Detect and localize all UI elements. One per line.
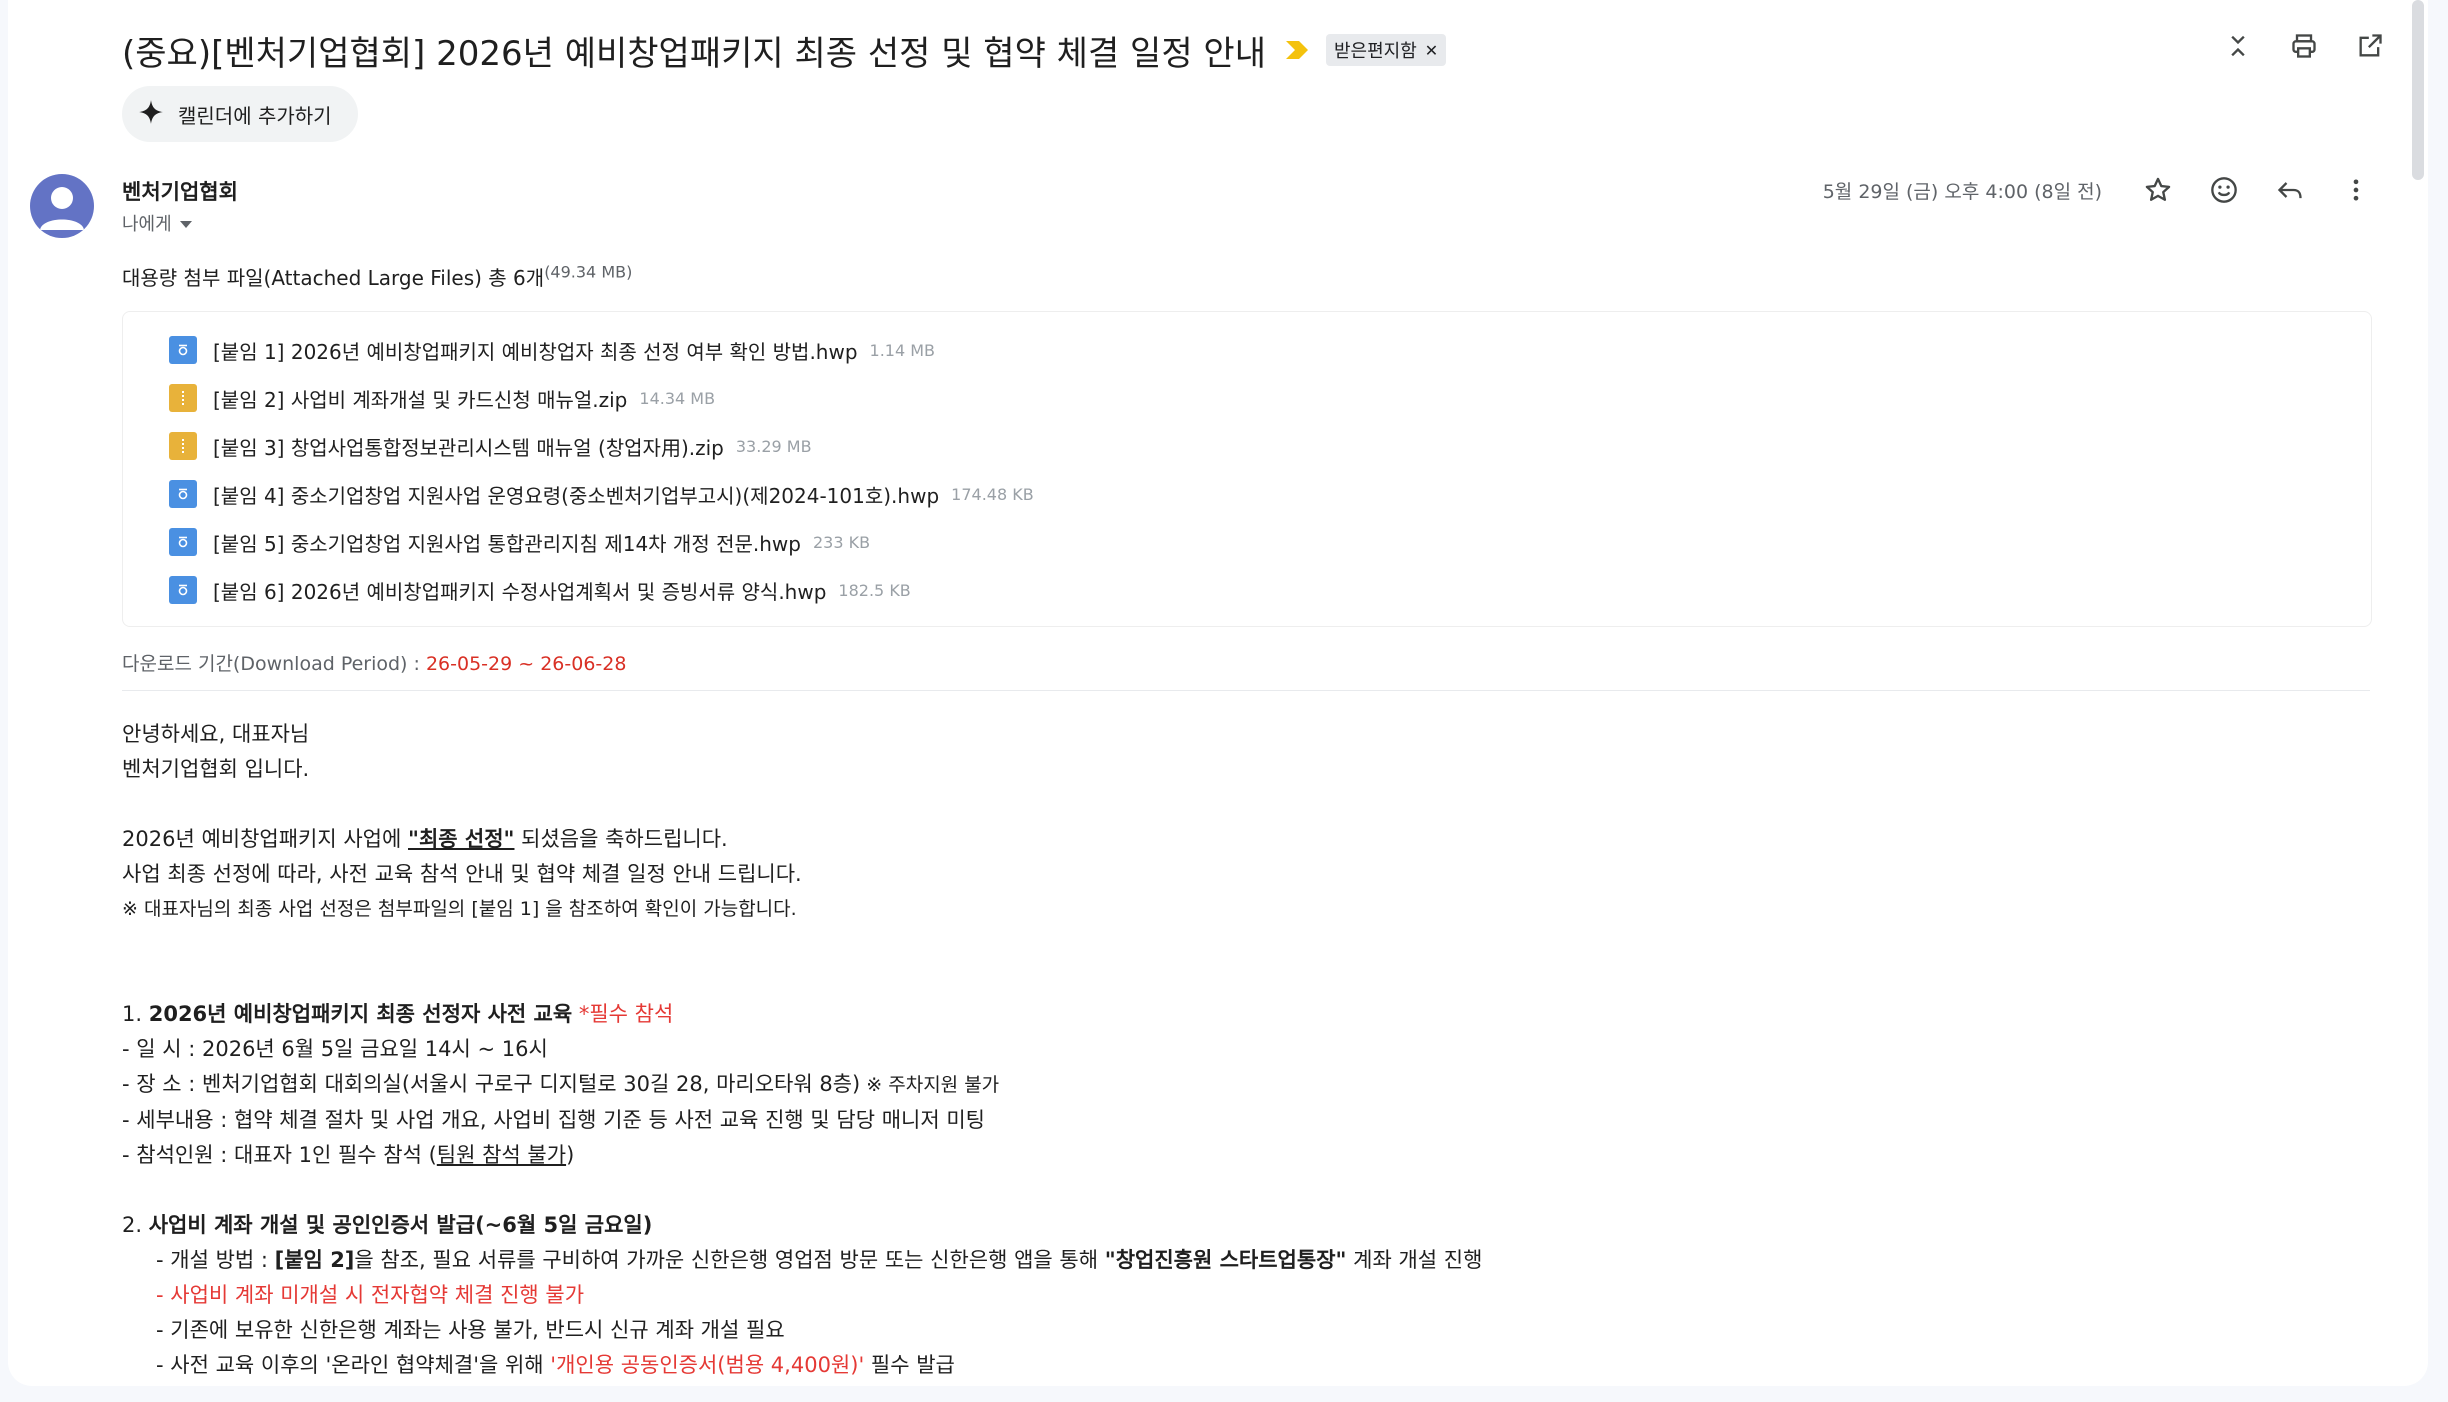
attachment-size: 14.34 MB	[639, 388, 716, 408]
attachment-name[interactable]: [붙임 4] 중소기업창업 지원사업 운영요령(중소벤처기업부고시)(제2024…	[213, 480, 939, 509]
chevron-down-icon	[179, 213, 192, 234]
email-content: 안녕하세요, 대표자님 벤처기업협회 입니다. 2026년 예비창업패키지 사업…	[122, 717, 2372, 1383]
section-number: 2.	[122, 1213, 149, 1237]
attachment-item[interactable]: [붙임 1] 2026년 예비창업패키지 예비창업자 최종 선정 여부 확인 방…	[123, 326, 2371, 374]
section-1-attendees: - 참석인원 : 대표자 1인 필수 참석 (팀원 참석 불가)	[122, 1138, 2372, 1173]
congrats-line: 2026년 예비창업패키지 사업에 "최종 선정" 되셨음을 축하드립니다.	[122, 822, 2372, 857]
section-1-date: - 일 시 : 2026년 6월 5일 금요일 14시 ~ 16시	[122, 1037, 548, 1061]
attachment-item[interactable]: [붙임 2] 사업비 계좌개설 및 카드신청 매뉴얼.zip 14.34 MB	[123, 374, 2371, 422]
sender-name[interactable]: 벤처기업협회	[122, 176, 238, 206]
note-line: ※ 대표자님의 최종 사업 선정은 첨부파일의 [붙임 1] 을 참조하여 확인…	[122, 898, 797, 920]
hwp-file-icon	[169, 576, 197, 604]
line-text: 을 참조, 필요 서류를 구비하여 가까운 신한은행 영업점 방문 또는 신한은…	[354, 1248, 1105, 1272]
add-to-calendar-button[interactable]: 캘린더에 추가하기	[122, 86, 358, 142]
attachment-item[interactable]: [붙임 5] 중소기업창업 지원사업 통합관리지침 제14차 개정 전문.hwp…	[123, 518, 2371, 566]
attachments-title: 대용량 첨부 파일(Attached Large Files) 총 6개	[122, 266, 545, 290]
greeting-line: 안녕하세요, 대표자님	[122, 722, 310, 746]
attachment-size: 33.29 MB	[735, 436, 812, 456]
congrats-emphasis: "최종 선정"	[408, 827, 515, 851]
line-text: 계좌 개설 진행	[1346, 1248, 1483, 1272]
section-2-line: - 사전 교육 이후의 '온라인 협약체결'을 위해 '개인용 공동인증서(범용…	[122, 1348, 2372, 1383]
congrats-text: 되셨음을 축하드립니다.	[514, 827, 728, 851]
line-highlight: '개인용 공동인증서(범용 4,400원)'	[550, 1353, 865, 1377]
attachments-header: 대용량 첨부 파일(Attached Large Files) 총 6개(49.…	[122, 262, 2372, 291]
sparkle-icon	[138, 99, 164, 130]
download-period-row: 다운로드 기간(Download Period) : 26-05-29 ~ 26…	[122, 649, 2370, 691]
message-actions: 5월 29일 (금) 오후 4:00 (8일 전)	[1823, 172, 2374, 208]
parking-note: ※ 주차지원 불가	[860, 1074, 1000, 1096]
attachment-size: 182.5 KB	[838, 580, 911, 600]
attachment-size: 174.48 KB	[951, 484, 1034, 504]
line-text: - 사전 교육 이후의 '온라인 협약체결'을 위해	[156, 1353, 551, 1377]
attachment-name[interactable]: [붙임 5] 중소기업창업 지원사업 통합관리지침 제14차 개정 전문.hwp	[213, 528, 801, 557]
attachments-total-size: (49.34 MB)	[544, 262, 633, 282]
place-text: - 장 소 : 벤처기업협회 대회의실(서울시 구로구 디지털로 30길 28,…	[122, 1072, 861, 1096]
recipient-toggle[interactable]: 나에게	[122, 210, 192, 236]
hwp-file-icon	[169, 528, 197, 556]
required-tag: *필수 참석	[572, 1002, 674, 1026]
section-1-place: - 장 소 : 벤처기업협회 대회의실(서울시 구로구 디지털로 30길 28,…	[122, 1067, 2372, 1103]
attend-text: - 참석인원 : 대표자 1인 필수 참석 (	[122, 1143, 437, 1167]
attend-restriction: 팀원 참석 불가	[436, 1143, 567, 1167]
download-period-value: 26-05-29 ~ 26-06-28	[425, 653, 627, 675]
important-marker-icon[interactable]	[1285, 41, 1308, 59]
zip-file-icon	[169, 432, 197, 460]
section-title-text: 2026년 예비창업패키지 최종 선정자 사전 교육	[148, 1002, 573, 1026]
avatar[interactable]	[30, 174, 94, 238]
message-date: 5월 29일 (금) 오후 4:00 (8일 전)	[1822, 180, 2102, 203]
scrollbar[interactable]	[2412, 0, 2424, 180]
more-vert-icon[interactable]	[2338, 172, 2374, 208]
download-period-label: 다운로드 기간(Download Period) :	[122, 653, 426, 675]
zip-file-icon	[169, 384, 197, 412]
attachment-size: 233 KB	[812, 532, 871, 552]
email-subject: (중요)[벤처기업협회] 2026년 예비창업패키지 최종 선정 및 협약 체결…	[122, 33, 1266, 74]
section-title-text: 사업비 계좌 개설 및 공인인증서 발급(~6월 5일 금요일)	[148, 1213, 653, 1237]
attachment-size: 1.14 MB	[869, 340, 936, 360]
guide-line: 사업 최종 선정에 따라, 사전 교육 참석 안내 및 협약 체결 일정 안내 …	[122, 862, 802, 886]
label-chip-text: 받은편지함	[1333, 41, 1417, 62]
attachment-item[interactable]: [붙임 6] 2026년 예비창업패키지 수정사업계획서 및 증빙서류 양식.h…	[123, 566, 2371, 614]
attachments-list: [붙임 1] 2026년 예비창업패키지 예비창업자 최종 선정 여부 확인 방…	[122, 311, 2372, 627]
section-2-title: 2. 사업비 계좌 개설 및 공인인증서 발급(~6월 5일 금요일)	[122, 1208, 2372, 1243]
attachment-name[interactable]: [붙임 6] 2026년 예비창업패키지 수정사업계획서 및 증빙서류 양식.h…	[213, 576, 826, 605]
email-panel: (중요)[벤처기업협회] 2026년 예비창업패키지 최종 선정 및 협약 체결…	[8, 0, 2428, 1386]
emoji-react-icon[interactable]	[2206, 172, 2242, 208]
attend-text: )	[566, 1143, 575, 1167]
section-1-title: 1. 2026년 예비창업패키지 최종 선정자 사전 교육 *필수 참석	[122, 997, 2372, 1032]
congrats-text: 2026년 예비창업패키지 사업에	[122, 827, 408, 851]
collapse-all-icon[interactable]	[2220, 28, 2256, 64]
thread-toolbar	[2220, 28, 2388, 64]
line-text: - 개설 방법 :	[156, 1248, 275, 1272]
section-2-warning: - 사업비 계좌 미개설 시 전자협약 체결 진행 불가	[156, 1283, 585, 1307]
section-1-detail: - 세부내용 : 협약 체결 절차 및 사업 개요, 사업비 집행 기준 등 사…	[122, 1108, 985, 1132]
section-number: 1.	[122, 1002, 149, 1026]
recipient-label: 나에게	[122, 214, 172, 235]
attachment-name[interactable]: [붙임 3] 창업사업통합정보관리시스템 매뉴얼 (창업자用).zip	[213, 432, 724, 461]
reply-icon[interactable]	[2272, 172, 2308, 208]
attachment-item[interactable]: [붙임 4] 중소기업창업 지원사업 운영요령(중소벤처기업부고시)(제2024…	[123, 470, 2371, 518]
attachment-item[interactable]: [붙임 3] 창업사업통합정보관리시스템 매뉴얼 (창업자用).zip 33.2…	[123, 422, 2371, 470]
star-icon[interactable]	[2140, 172, 2176, 208]
line-text: 필수 발급	[864, 1353, 955, 1377]
attachment-name[interactable]: [붙임 2] 사업비 계좌개설 및 카드신청 매뉴얼.zip	[213, 384, 627, 413]
print-icon[interactable]	[2286, 28, 2322, 64]
add-to-calendar-label: 캘린더에 추가하기	[178, 103, 332, 128]
message-body: 대용량 첨부 파일(Attached Large Files) 총 6개(49.…	[122, 262, 2372, 1383]
greeting-line: 벤처기업협회 입니다.	[122, 757, 310, 781]
line-bold: "창업진흥원 스타트업통장"	[1104, 1248, 1347, 1272]
section-2-line: - 개설 방법 : [붙임 2]을 참조, 필요 서류를 구비하여 가까운 신한…	[122, 1243, 2372, 1278]
close-icon[interactable]: ✕	[1425, 41, 1438, 60]
label-chip-inbox: 받은편지함 ✕	[1325, 34, 1447, 66]
hwp-file-icon	[169, 336, 197, 364]
open-in-new-window-icon[interactable]	[2352, 28, 2388, 64]
attachment-name[interactable]: [붙임 1] 2026년 예비창업패키지 예비창업자 최종 선정 여부 확인 방…	[213, 336, 858, 365]
section-2-line: - 기존에 보유한 신한은행 계좌는 사용 불가, 반드시 신규 계좌 개설 필…	[156, 1318, 785, 1342]
line-bold: [붙임 2]	[274, 1248, 355, 1272]
subject-row: (중요)[벤처기업협회] 2026년 예비창업패키지 최종 선정 및 협약 체결…	[122, 22, 1447, 78]
hwp-file-icon	[169, 480, 197, 508]
